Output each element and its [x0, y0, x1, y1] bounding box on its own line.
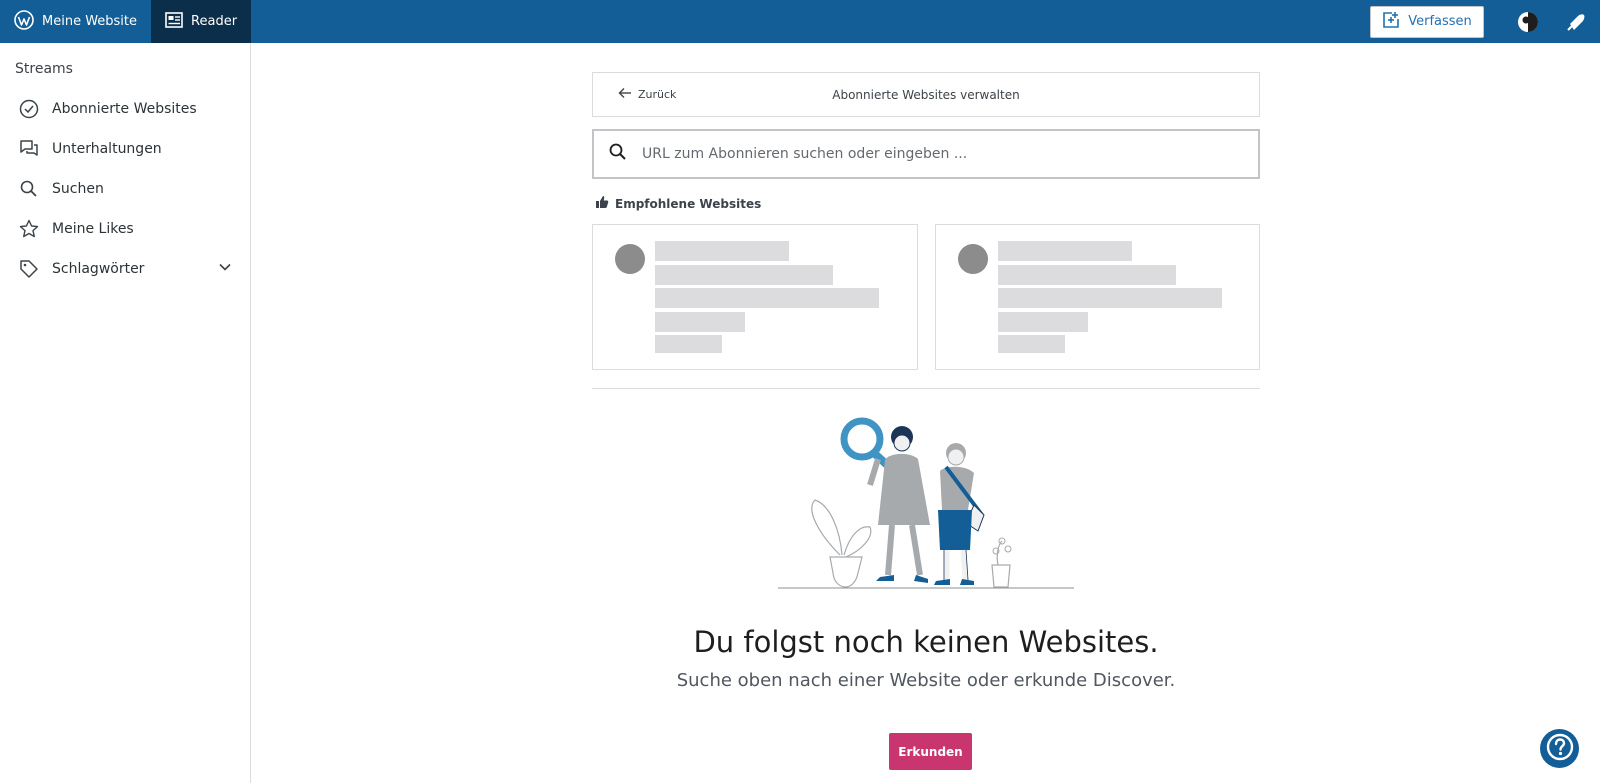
- main-content: Zurück Abonnierte Websites verwalten Emp…: [592, 72, 1260, 389]
- search-box: [592, 129, 1260, 179]
- back-label: Zurück: [638, 88, 677, 101]
- sidebar-item-likes[interactable]: Meine Likes: [0, 209, 250, 249]
- divider: [592, 388, 1260, 389]
- recommended-card-placeholder: [934, 224, 1260, 370]
- write-label: Verfassen: [1408, 14, 1472, 29]
- my-site-link[interactable]: Meine Website: [0, 0, 151, 43]
- tag-icon: [18, 258, 40, 280]
- sidebar-item-followed-sites[interactable]: Abonnierte Websites: [0, 89, 250, 129]
- notifications-icon[interactable]: [1552, 0, 1600, 43]
- write-icon: [1382, 11, 1400, 33]
- help-button[interactable]: [1540, 729, 1579, 768]
- thumbs-up-icon: [595, 195, 609, 212]
- masterbar: Meine Website Reader Verfassen: [0, 0, 1600, 43]
- search-input[interactable]: [642, 146, 1258, 162]
- manage-header: Zurück Abonnierte Websites verwalten: [592, 72, 1260, 117]
- sidebar-item-conversations[interactable]: Unterhaltungen: [0, 129, 250, 169]
- sidebar-item-label: Schlagwörter: [52, 261, 145, 277]
- chevron-down-icon[interactable]: [218, 260, 232, 278]
- placeholder-avatar: [615, 244, 645, 274]
- sidebar-item-label: Abonnierte Websites: [52, 101, 197, 117]
- placeholder-line: [997, 288, 1222, 308]
- recommended-label: Empfohlene Websites: [615, 196, 762, 211]
- empty-state-subtitle: Suche oben nach einer Website oder erkun…: [676, 670, 1176, 691]
- placeholder-line: [655, 265, 833, 285]
- help-icon: [1545, 732, 1575, 766]
- placeholder-line: [655, 335, 722, 353]
- placeholder-line: [655, 288, 879, 308]
- recommended-card-placeholder: [592, 224, 918, 370]
- empty-state-title: Du folgst noch keinen Websites.: [693, 625, 1159, 659]
- star-icon: [18, 218, 40, 240]
- wordpress-logo-icon: [14, 9, 34, 34]
- sidebar-item-label: Meine Likes: [52, 221, 134, 237]
- empty-state-illustration: [770, 415, 1080, 590]
- search-icon: [608, 142, 628, 166]
- placeholder-line: [655, 312, 745, 332]
- back-link[interactable]: Zurück: [593, 87, 676, 102]
- placeholder-line: [997, 265, 1176, 285]
- masterbar-right: Verfassen: [1370, 0, 1600, 43]
- sidebar-item-search[interactable]: Suchen: [0, 169, 250, 209]
- write-button[interactable]: Verfassen: [1370, 5, 1484, 38]
- sidebar-item-tags[interactable]: Schlagwörter: [0, 249, 250, 289]
- recommended-heading: Empfohlene Websites: [592, 195, 1260, 212]
- placeholder-line: [997, 335, 1065, 353]
- placeholder-avatar: [957, 244, 988, 274]
- search-icon: [18, 178, 40, 200]
- explore-button[interactable]: Erkunden: [889, 733, 972, 770]
- sidebar-item-label: Suchen: [52, 181, 104, 197]
- sidebar-heading: Streams: [15, 61, 73, 77]
- placeholder-line: [997, 241, 1132, 261]
- reader-label: Reader: [191, 14, 238, 29]
- avatar[interactable]: [1504, 0, 1552, 43]
- placeholder-line: [655, 241, 789, 261]
- sidebar-item-label: Unterhaltungen: [52, 141, 162, 157]
- recommended-cards: [592, 224, 1260, 370]
- check-circle-icon: [18, 98, 40, 120]
- conversations-icon: [18, 138, 40, 160]
- arrow-left-icon: [618, 87, 632, 102]
- my-site-label: Meine Website: [42, 14, 138, 29]
- reader-icon: [165, 11, 183, 32]
- sidebar: Streams Abonnierte Websites Unterhaltung…: [0, 43, 251, 783]
- page-title: Abonnierte Websites verwalten: [832, 87, 1020, 102]
- reader-link[interactable]: Reader: [151, 0, 252, 43]
- placeholder-line: [997, 312, 1088, 332]
